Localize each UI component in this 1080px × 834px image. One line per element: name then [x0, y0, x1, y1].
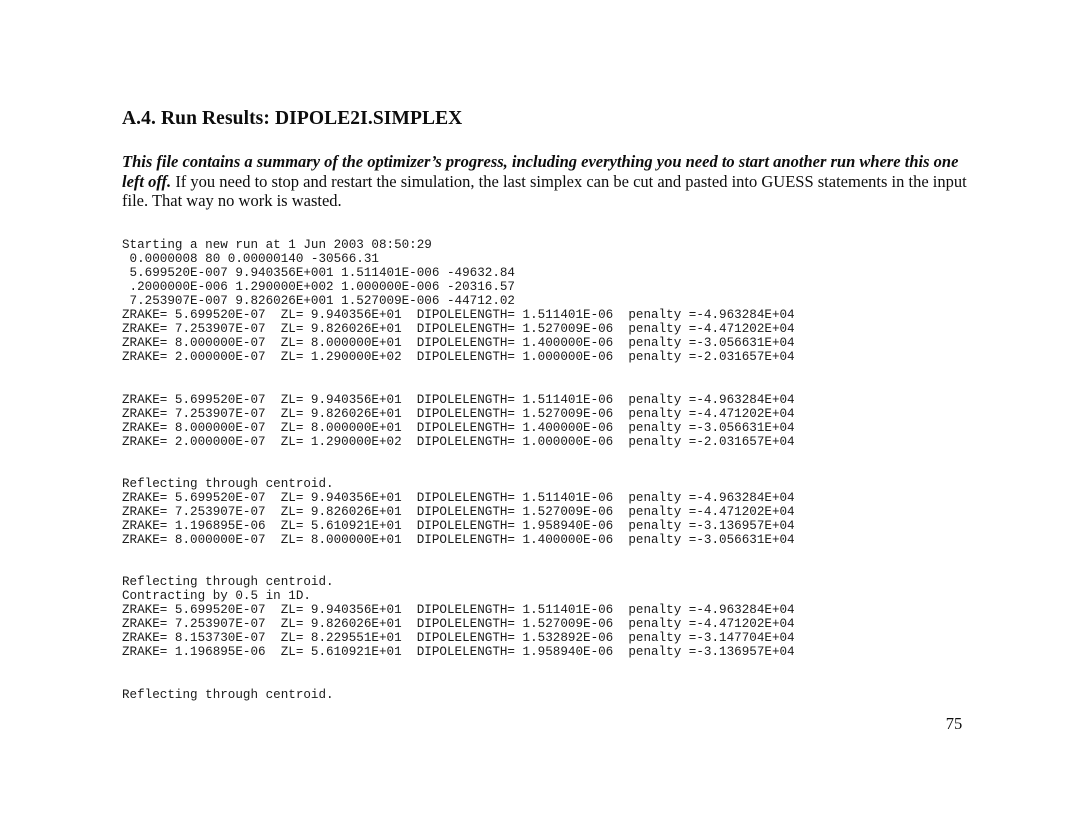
intro-paragraph: This file contains a summary of the opti…	[122, 152, 978, 211]
page-title: A.4. Run Results: DIPOLE2I.SIMPLEX	[122, 108, 463, 129]
page-content: A.4. Run Results: DIPOLE2I.SIMPLEX This …	[122, 108, 978, 210]
intro-body-text: If you need to stop and restart the simu…	[122, 171, 967, 211]
run-results-listing: Starting a new run at 1 Jun 2003 08:50:2…	[122, 238, 795, 702]
page-number: 75	[945, 714, 963, 733]
document-page: A.4. Run Results: DIPOLE2I.SIMPLEX This …	[0, 0, 1080, 834]
